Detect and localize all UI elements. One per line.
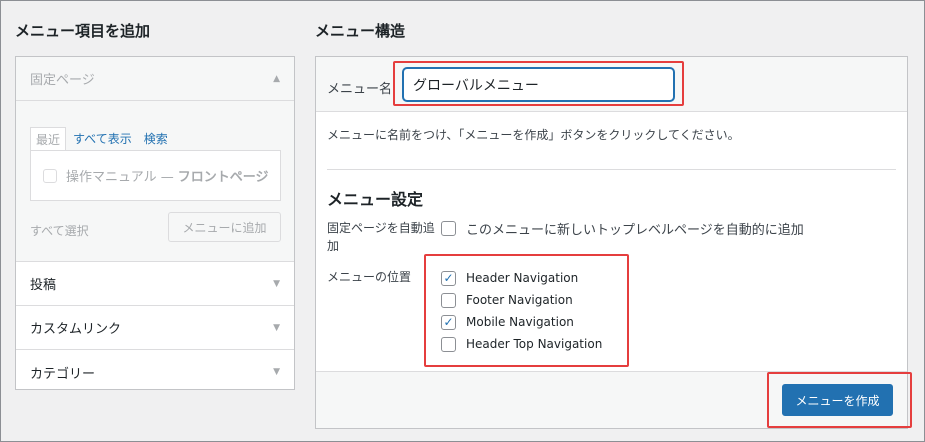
fixed-page-panel: 最近 すべて表示 検索 操作マニュアル — フロントページ すべて選択 メニュー…	[16, 101, 294, 262]
auto-add-checkbox[interactable]	[441, 221, 456, 236]
accordion-custom-link[interactable]: カスタムリンク ▼	[16, 306, 294, 350]
page-item-checkbox[interactable]	[43, 168, 57, 183]
highlight-menu-name	[393, 61, 684, 106]
select-all-link[interactable]: すべて選択	[30, 222, 89, 239]
add-to-menu-button[interactable]: メニューに追加	[168, 212, 281, 242]
accordion-categories-label: カテゴリー	[30, 366, 96, 382]
divider	[327, 169, 896, 170]
menu-name-label: メニュー名	[327, 82, 393, 97]
auto-add-text: このメニューに新しいトップレベルページを自動的に追加	[466, 223, 804, 238]
add-menu-items-title: メニュー項目を追加	[15, 22, 151, 40]
accordion-custom-link-label: カスタムリンク	[30, 322, 122, 337]
recent-pages-list: 操作マニュアル — フロントページ	[30, 150, 281, 201]
chevron-down-icon: ▼	[273, 367, 280, 377]
auto-add-option[interactable]: このメニューに新しいトップレベルページを自動的に追加	[441, 219, 804, 238]
page-item-front-page-tag: フロントページ	[177, 170, 269, 185]
page-item-manual[interactable]: 操作マニュアル — フロントページ	[43, 166, 269, 185]
accordion-categories[interactable]: カテゴリー ▼	[16, 350, 294, 394]
auto-add-label: 固定ページを自動追加	[327, 221, 435, 253]
chevron-down-icon: ▼	[273, 278, 280, 289]
accordion-fixed-page-label: 固定ページ	[30, 73, 95, 88]
accordion-fixed-page[interactable]: 固定ページ ▲	[16, 57, 294, 101]
accordion-posts-label: 投稿	[30, 278, 57, 293]
chevron-down-icon: ▼	[273, 322, 280, 333]
highlight-create-button	[767, 372, 912, 428]
accordion-posts[interactable]: 投稿 ▼	[16, 262, 294, 306]
highlight-menu-locations	[424, 254, 629, 367]
page-item-label: 操作マニュアル —	[66, 170, 174, 185]
menu-location-label: メニューの位置	[327, 270, 412, 284]
menu-settings-title: メニュー設定	[327, 190, 424, 209]
chevron-up-icon: ▲	[273, 73, 280, 84]
menu-items-accordion: 固定ページ ▲ 最近 すべて表示 検索 操作マニュアル — フロントページ すべ…	[15, 56, 295, 390]
menu-structure-title: メニュー構造	[315, 22, 406, 40]
menu-hint-text: メニューに名前をつけ、「メニューを作成」ボタンをクリックしてください。	[327, 128, 740, 142]
